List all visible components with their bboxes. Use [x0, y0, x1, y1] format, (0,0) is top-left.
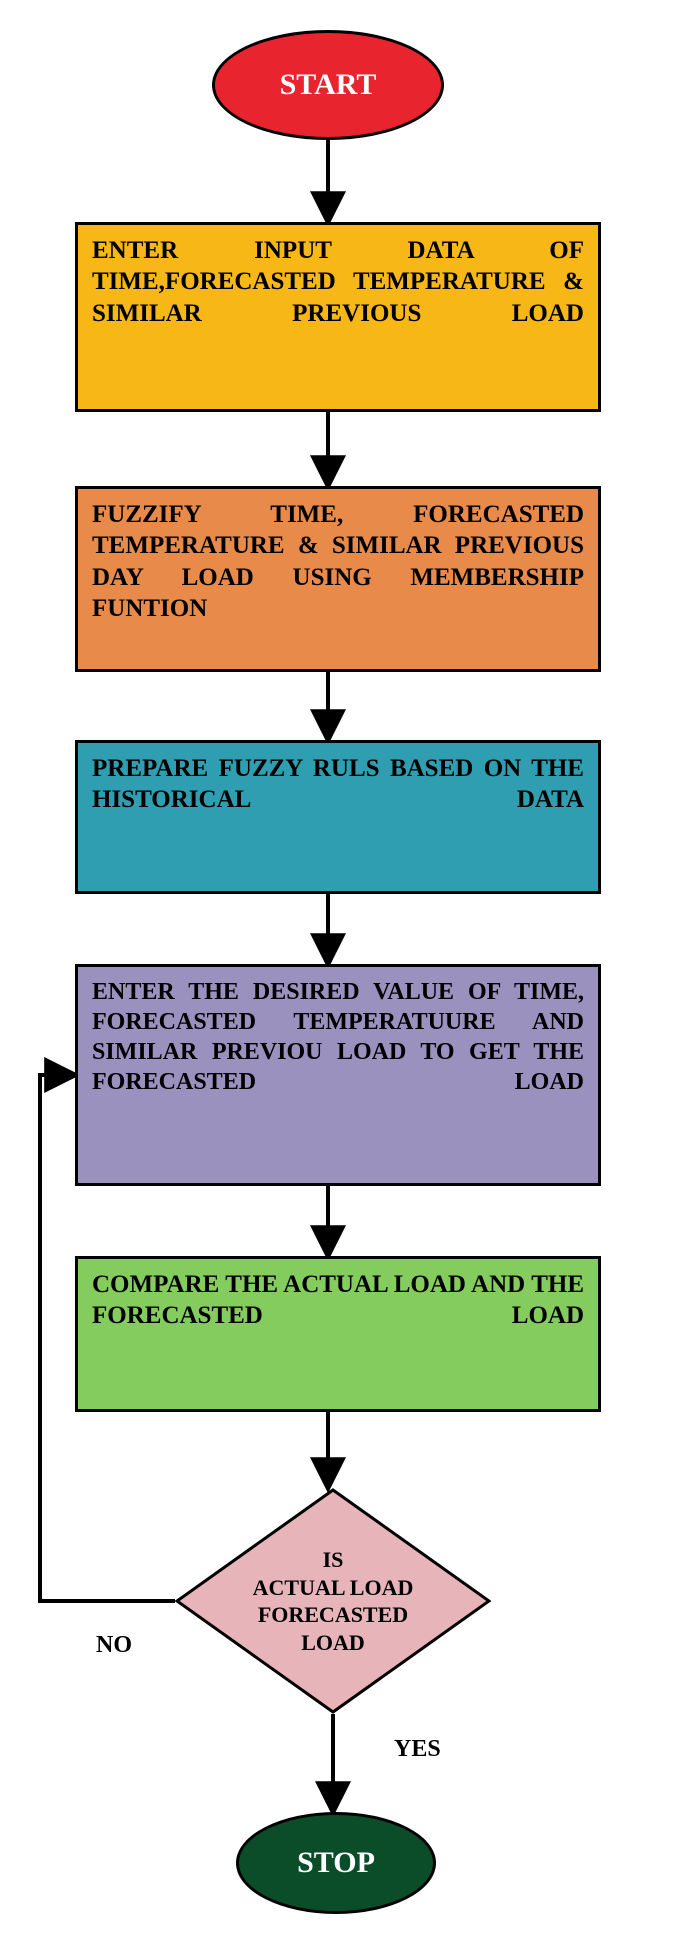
fuzzy-rules-text: PREPARE FUZZY RULS BASED ON THE HISTORIC… [92, 755, 584, 813]
decision-node: IS ACTUAL LOAD FORECASTED LOAD [175, 1488, 491, 1714]
fuzzify-text: FUZZIFY TIME, FORECASTED TEMPERATURE & S… [92, 501, 584, 622]
input-data-step: ENTER INPUT DATA OF TIME,FORECASTED TEMP… [75, 222, 601, 412]
input-data-text: ENTER INPUT DATA OF TIME,FORECASTED TEMP… [92, 237, 584, 327]
stop-node: STOP [236, 1812, 436, 1914]
fuzzify-step: FUZZIFY TIME, FORECASTED TEMPERATURE & S… [75, 486, 601, 672]
fuzzy-rules-step: PREPARE FUZZY RULS BASED ON THE HISTORIC… [75, 740, 601, 894]
stop-label: STOP [297, 1844, 375, 1882]
decision-text: IS ACTUAL LOAD FORECASTED LOAD [253, 1546, 414, 1656]
start-node: START [212, 30, 444, 140]
desired-value-text: ENTER THE DESIRED VALUE OF TIME, FORECAS… [92, 979, 584, 1095]
desired-value-step: ENTER THE DESIRED VALUE OF TIME, FORECAS… [75, 964, 601, 1186]
yes-label: YES [394, 1736, 441, 1763]
start-label: START [280, 66, 377, 104]
no-label: NO [96, 1632, 132, 1659]
compare-text: COMPARE THE ACTUAL LOAD AND THE FORECAST… [92, 1271, 584, 1329]
flowchart-container: START ENTER INPUT DATA OF TIME,FORECASTE… [0, 20, 685, 1931]
compare-step: COMPARE THE ACTUAL LOAD AND THE FORECAST… [75, 1256, 601, 1412]
